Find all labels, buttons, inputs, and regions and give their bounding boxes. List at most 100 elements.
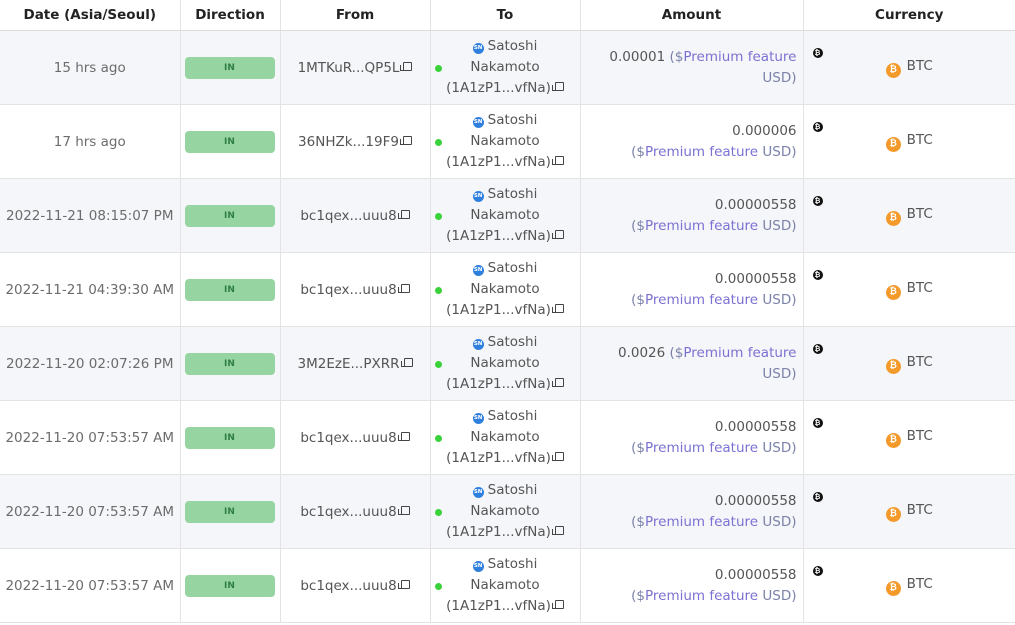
column-header-to[interactable]: To (430, 0, 581, 31)
recipient-line-3: (1A1zP1...vfNa) (431, 522, 580, 543)
recipient-name-first[interactable]: Satoshi (488, 408, 538, 424)
amount-cell: 0.00000558 ($Premium feature USD) (580, 178, 804, 253)
from-address-link[interactable]: bc1qex...uuu8 (300, 282, 396, 298)
premium-feature-link[interactable]: Premium feature (645, 588, 758, 604)
date-text: 2022-11-21 08:15:07 PM (6, 207, 174, 224)
entity-mark-icon: ₿ (812, 270, 823, 280)
price-open: ($ (669, 344, 684, 361)
from-address-link[interactable]: 36NHZk...19F9 (298, 134, 399, 150)
amount-cell: 0.0026 ($Premium feature USD) (580, 326, 804, 401)
copy-icon[interactable] (400, 61, 413, 71)
copy-icon[interactable] (551, 600, 564, 609)
entity-mark-icon: ₿ (812, 566, 823, 576)
to-cell: SN Satoshi Nakamoto (1A1zP1...vfNa) (430, 178, 581, 253)
amount-value: 0.0026 (617, 344, 666, 361)
to-cell: SN Satoshi Nakamoto (1A1zP1...vfNa) (430, 548, 581, 623)
copy-icon[interactable] (397, 209, 410, 219)
from-address-link[interactable]: bc1qex...uuu8 (300, 578, 396, 594)
column-header-date[interactable]: Date (Asia/Seoul) (0, 0, 181, 31)
premium-feature-link[interactable]: Premium feature (645, 514, 758, 530)
date-text: 2022-11-20 07:53:57 AM (5, 503, 175, 520)
from-cell: 1MTKuR...QP5L (280, 30, 431, 105)
from-cell: bc1qex...uuu8 (280, 252, 431, 327)
copy-icon[interactable] (551, 304, 564, 313)
copy-icon[interactable] (399, 135, 412, 145)
recipient-name-first[interactable]: Satoshi (488, 334, 538, 350)
direction-cell: IN (180, 30, 281, 105)
recipient-address-link[interactable]: (1A1zP1...vfNa) (446, 302, 551, 318)
column-header-currency[interactable]: Currency (803, 0, 1015, 31)
bitcoin-icon: ₿ (885, 136, 901, 152)
recipient-name-last[interactable]: Nakamoto (431, 279, 580, 300)
recipient-name-last[interactable]: Nakamoto (431, 57, 580, 78)
from-address-link[interactable]: bc1qex...uuu8 (300, 430, 396, 446)
copy-icon[interactable] (400, 357, 413, 367)
to-cell: SN Satoshi Nakamoto (1A1zP1...vfNa) (430, 104, 581, 179)
status-dot-icon (434, 287, 442, 294)
premium-feature-link[interactable]: Premium feature (645, 218, 758, 234)
recipient-address-link[interactable]: (1A1zP1...vfNa) (446, 154, 551, 170)
recipient-address-link[interactable]: (1A1zP1...vfNa) (446, 450, 551, 466)
table-row: 2022-11-20 07:53:57 AM IN bc1qex...uuu8 … (0, 548, 1015, 623)
price-open: ($ (631, 143, 645, 160)
column-header-amount[interactable]: Amount (580, 0, 804, 31)
amount-cell: 0.00000558 ($Premium feature USD) (580, 474, 804, 549)
premium-feature-link[interactable]: Premium feature (683, 49, 796, 65)
recipient-name-first[interactable]: Satoshi (488, 112, 538, 128)
copy-icon[interactable] (551, 82, 564, 91)
copy-icon[interactable] (551, 526, 564, 535)
column-header-direction[interactable]: Direction (180, 0, 281, 31)
copy-icon[interactable] (551, 230, 564, 239)
from-address-link[interactable]: bc1qex...uuu8 (300, 504, 396, 520)
copy-icon[interactable] (551, 452, 564, 461)
from-address-link[interactable]: 3M2EzE...PXRR (298, 356, 400, 372)
from-address-link[interactable]: bc1qex...uuu8 (300, 208, 396, 224)
copy-icon[interactable] (551, 156, 564, 165)
copy-icon[interactable] (397, 505, 410, 515)
date-text: 2022-11-20 07:53:57 AM (5, 577, 175, 594)
recipient-address-link[interactable]: (1A1zP1...vfNa) (446, 376, 551, 392)
table-row: 2022-11-21 08:15:07 PM IN bc1qex...uuu8 … (0, 178, 1015, 253)
currency-cell: ₿ ₿ BTC (803, 30, 1015, 105)
recipient-address-link[interactable]: (1A1zP1...vfNa) (446, 598, 551, 614)
currency-label: BTC (906, 57, 933, 74)
recipient-address-link[interactable]: (1A1zP1...vfNa) (446, 524, 551, 540)
recipient-name-first[interactable]: Satoshi (488, 38, 538, 54)
recipient-name-last[interactable]: Nakamoto (431, 501, 580, 522)
premium-feature-link[interactable]: Premium feature (645, 292, 758, 308)
recipient-name-first[interactable]: Satoshi (488, 482, 538, 498)
date-cell: 2022-11-20 07:53:57 AM (0, 474, 181, 549)
premium-feature-link[interactable]: Premium feature (683, 345, 796, 361)
entity-badge-icon: SN (472, 191, 484, 202)
recipient-name-first[interactable]: Satoshi (488, 260, 538, 276)
recipient-address-link[interactable]: (1A1zP1...vfNa) (446, 228, 551, 244)
copy-icon[interactable] (397, 283, 410, 293)
bitcoin-icon: ₿ (885, 284, 901, 300)
copy-icon[interactable] (397, 431, 410, 441)
direction-cell: IN (180, 326, 281, 401)
recipient-name-last[interactable]: Nakamoto (431, 427, 580, 448)
recipient-name-last[interactable]: Nakamoto (431, 575, 580, 596)
copy-icon[interactable] (397, 579, 410, 589)
currency-cell: ₿ ₿ BTC (803, 474, 1015, 549)
recipient-name-last[interactable]: Nakamoto (431, 131, 580, 152)
column-header-from[interactable]: From (280, 0, 431, 31)
recipient-name-first[interactable]: Satoshi (488, 556, 538, 572)
from-address-link[interactable]: 1MTKuR...QP5L (298, 60, 400, 76)
recipient-name-first[interactable]: Satoshi (488, 186, 538, 202)
price-open: ($ (669, 48, 684, 65)
entity-badge-icon: SN (472, 487, 484, 498)
recipient-address-link[interactable]: (1A1zP1...vfNa) (446, 80, 551, 96)
direction-cell: IN (180, 400, 281, 475)
recipient-line-1: SN Satoshi (431, 480, 580, 501)
date-cell: 2022-11-21 08:15:07 PM (0, 178, 181, 253)
direction-badge: IN (184, 500, 275, 523)
recipient-name-last[interactable]: Nakamoto (431, 205, 580, 226)
recipient-line-3: (1A1zP1...vfNa) (431, 596, 580, 617)
direction-badge: IN (184, 574, 275, 597)
amount-value: 0.000006 (732, 122, 797, 139)
premium-feature-link[interactable]: Premium feature (645, 144, 758, 160)
copy-icon[interactable] (551, 378, 564, 387)
recipient-name-last[interactable]: Nakamoto (431, 353, 580, 374)
premium-feature-link[interactable]: Premium feature (645, 440, 758, 456)
